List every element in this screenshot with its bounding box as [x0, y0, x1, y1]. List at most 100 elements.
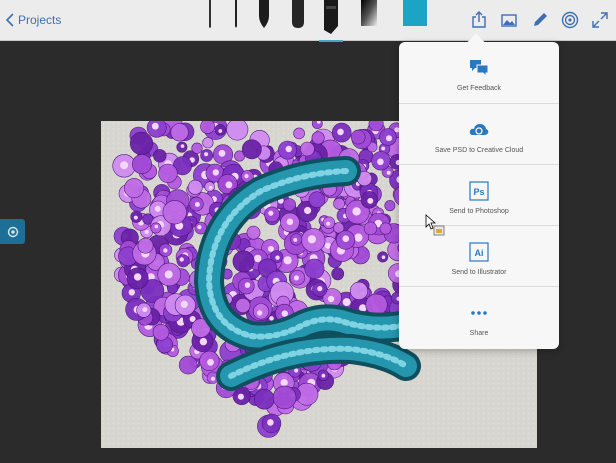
menu-item-get-feedback[interactable]: Get Feedback — [399, 42, 559, 103]
menu-item-send-to-photoshop[interactable]: Ps Send to Photoshop — [399, 164, 559, 226]
chisel-marker-brush[interactable] — [319, 0, 343, 42]
flower-blossom — [379, 222, 392, 235]
flower-throat — [237, 393, 244, 400]
flower-throat — [293, 237, 298, 242]
flower-throat — [386, 170, 391, 175]
flower-throat — [204, 152, 209, 157]
menu-item-label: Get Feedback — [457, 85, 501, 92]
flower-throat — [208, 185, 213, 190]
image-icon[interactable] — [500, 11, 518, 29]
flower-throat — [381, 255, 386, 259]
flower-blossom — [191, 142, 203, 154]
flower-blossom — [158, 163, 178, 184]
flower-blossom — [349, 281, 369, 300]
flower-throat — [133, 273, 142, 281]
flower-throat — [218, 129, 223, 133]
flower-blossom — [178, 355, 198, 375]
airbrush-brush[interactable] — [360, 0, 378, 33]
flower-throat — [142, 307, 148, 313]
flower-blossom — [363, 221, 378, 236]
flower-throat — [225, 181, 233, 189]
flower-throat — [269, 316, 274, 321]
flower-throat — [268, 245, 274, 252]
flower-throat — [267, 419, 274, 426]
menu-item-save-psd[interactable]: Save PSD to Creative Cloud — [399, 103, 559, 165]
color-swatch[interactable] — [403, 0, 427, 26]
share-popover: Get Feedback Save PSD to Creative Cloud … — [399, 33, 559, 349]
chevron-left-icon — [6, 13, 14, 27]
flower-throat — [244, 282, 251, 288]
flower-blossom — [282, 198, 296, 212]
flower-blossom — [350, 129, 366, 145]
ink-brush[interactable] — [258, 0, 270, 33]
pen-icon[interactable] — [531, 11, 549, 29]
flower-blossom — [384, 200, 396, 212]
flower-throat — [218, 149, 226, 157]
flower-blossom — [131, 154, 152, 175]
flower-blossom — [153, 149, 167, 163]
back-to-projects-button[interactable]: Projects — [6, 11, 61, 29]
flower-blossom — [311, 131, 325, 145]
flower-throat — [304, 206, 312, 215]
back-label: Projects — [18, 13, 62, 27]
flower-throat — [307, 235, 316, 244]
flower-throat — [317, 286, 323, 292]
flower-blossom — [232, 250, 255, 273]
flower-throat — [324, 242, 331, 249]
flower-blossom — [226, 121, 249, 141]
flower-throat — [268, 210, 274, 216]
flower-blossom — [333, 197, 345, 210]
flower-throat — [283, 256, 292, 265]
flower-blossom — [308, 191, 326, 208]
share-icon[interactable] — [470, 11, 488, 29]
flower-throat — [280, 379, 288, 387]
flower-throat — [211, 376, 215, 381]
flower-throat — [285, 145, 292, 153]
expand-icon[interactable] — [591, 11, 609, 29]
flower-blossom — [152, 324, 170, 341]
flower-throat — [212, 169, 219, 176]
flower-throat — [164, 270, 173, 279]
flower-blossom — [331, 267, 345, 281]
round-marker-brush[interactable] — [291, 0, 305, 33]
flower-throat — [133, 215, 138, 220]
menu-item-label: Share — [469, 330, 489, 337]
flower-throat — [144, 229, 149, 235]
flower-blossom — [293, 127, 305, 140]
photoshop-icon: Ps — [469, 181, 489, 201]
feedback-icon — [469, 58, 489, 78]
flower-throat — [294, 368, 299, 373]
flower-throat — [286, 218, 294, 226]
flower-throat — [326, 221, 331, 226]
flower-blossom — [241, 139, 262, 160]
flower-throat — [199, 337, 208, 346]
flower-blossom — [254, 388, 275, 410]
menu-item-label: Send to Illustrator — [451, 269, 507, 276]
flower-throat — [354, 233, 363, 242]
fine-pen-brush[interactable] — [234, 0, 238, 33]
flower-throat — [197, 225, 202, 230]
flower-throat — [275, 255, 280, 260]
more-icon — [469, 303, 489, 323]
flower-throat — [207, 358, 214, 366]
flower-throat — [154, 224, 159, 229]
menu-item-label: Save PSD to Creative Cloud — [434, 147, 524, 154]
flower-blossom — [124, 178, 145, 199]
flower-blossom — [246, 225, 261, 240]
pencil-brush[interactable] — [208, 0, 212, 33]
menu-item-label: Send to Photoshop — [449, 208, 509, 215]
target-icon[interactable] — [561, 11, 579, 29]
flower-blossom — [304, 258, 325, 279]
illustrator-icon: Ai — [469, 242, 489, 262]
flower-throat — [321, 373, 326, 378]
flower-blossom — [137, 237, 154, 254]
flower-blossom — [170, 123, 189, 142]
menu-item-share[interactable]: Share — [399, 286, 559, 348]
flower-throat — [244, 174, 249, 179]
menu-item-send-to-illustrator[interactable]: Ai Send to Illustrator — [399, 225, 559, 287]
flower-blossom — [235, 298, 251, 314]
flower-throat — [337, 128, 344, 136]
flower-throat — [367, 197, 374, 204]
layers-panel-handle[interactable] — [0, 219, 25, 244]
flower-blossom — [200, 121, 215, 134]
